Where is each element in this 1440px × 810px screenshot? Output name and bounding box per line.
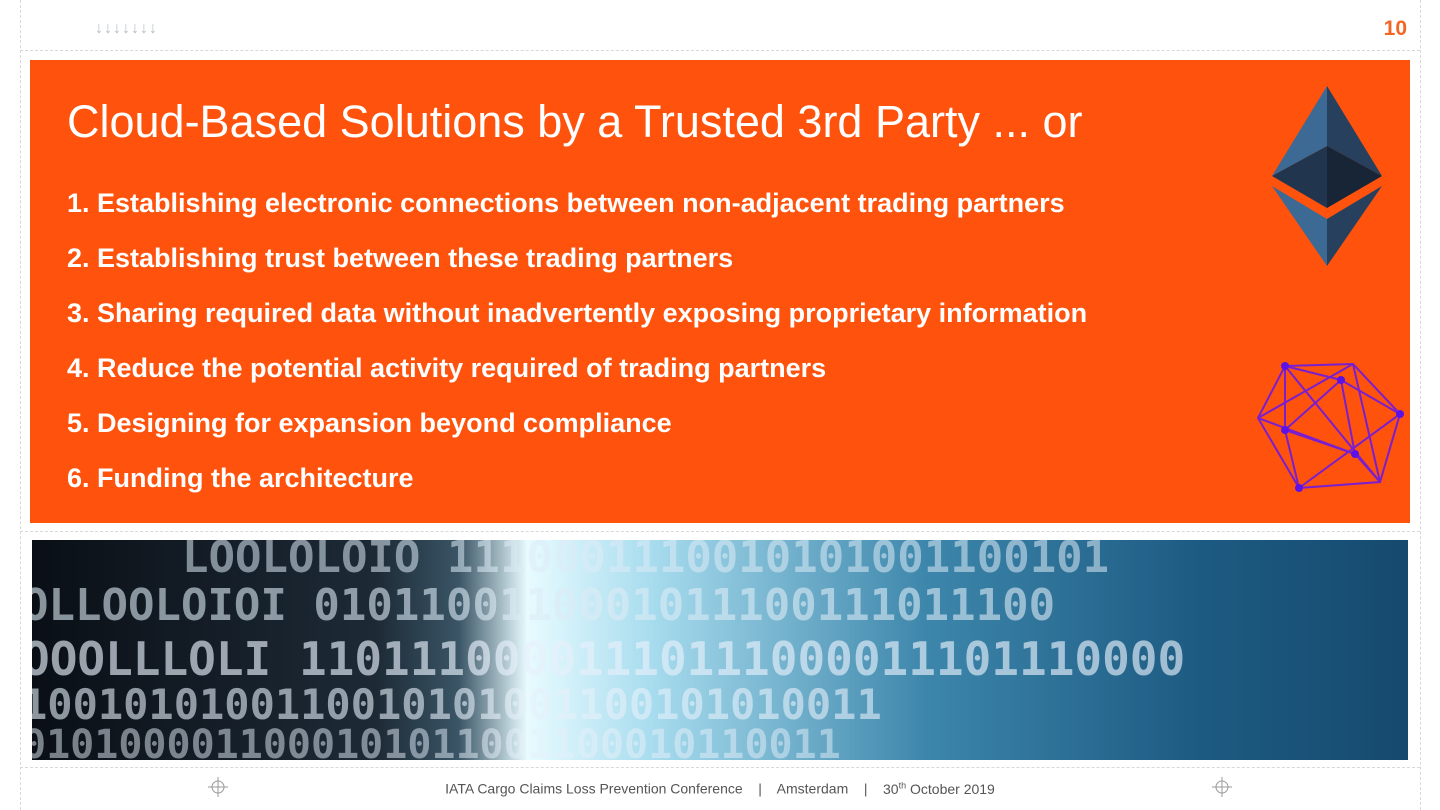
list-item: 2. Establishing trust between these trad…: [67, 243, 734, 273]
guide-line: [1420, 0, 1421, 810]
binary-row: OOOLLLOLI 110111000011101110000111011100…: [32, 632, 1186, 686]
ethereum-logo-icon: [1272, 86, 1382, 266]
list-item: 4. Reduce the potential activity require…: [67, 353, 827, 383]
list-item: 5. Designing for expansion beyond compli…: [67, 408, 672, 438]
slide-title: Cloud-Based Solutions by a Trusted 3rd P…: [67, 96, 1083, 147]
separator: |: [758, 780, 762, 797]
list-item: 6. Funding the architecture: [67, 463, 414, 493]
separator: |: [863, 780, 868, 797]
guide-line: [20, 531, 1420, 532]
binary-row: OLLOOLOIOI 0101100110001011100111011100: [32, 580, 1056, 631]
guide-line: [20, 767, 1420, 768]
content-panel: Cloud-Based Solutions by a Trusted 3rd P…: [30, 60, 1410, 523]
binary-row: 0101000011000101011001100010110011: [32, 722, 841, 760]
footer: IATA Cargo Claims Loss Prevention Confer…: [0, 780, 1440, 797]
list-item: 1. Establishing electronic connections b…: [67, 188, 1065, 218]
page-number: 10: [1383, 17, 1407, 40]
guide-line: [20, 50, 1420, 51]
point-list: 1. Establishing electronic connections b…: [67, 186, 1087, 516]
date-suffix: th: [898, 780, 907, 790]
date-day: 30: [883, 780, 899, 797]
conference-name: IATA Cargo Claims Loss Prevention Confer…: [445, 780, 743, 797]
binary-row: LOOLOLOIO 1110001110010101001100101: [182, 540, 1110, 583]
arrows-icon: ↓↓↓↓↓↓↓: [95, 20, 158, 37]
date: 30th October 2019: [883, 780, 995, 797]
binary-code-banner-image: LOOLOLOIO 1110001110010101001100101 OLLO…: [32, 540, 1408, 760]
guide-line: [20, 0, 21, 810]
date-rest: October 2019: [906, 780, 995, 797]
hyperledger-logo-icon: [1256, 362, 1404, 492]
list-item: 3. Sharing required data without inadver…: [67, 298, 1088, 328]
location: Amsterdam: [776, 780, 849, 797]
